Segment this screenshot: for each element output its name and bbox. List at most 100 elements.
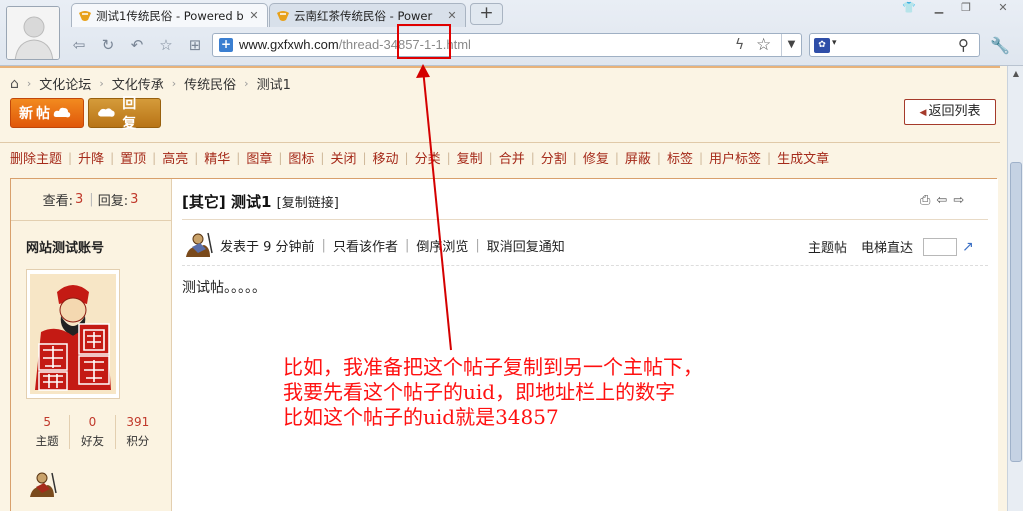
browser-profile-avatar[interactable]	[6, 6, 60, 60]
search-engine-paw-icon[interactable]: ✿	[814, 38, 830, 53]
admin-separator: |	[320, 150, 325, 165]
admin-separator: |	[110, 150, 115, 165]
admin-separator: |	[194, 150, 199, 165]
annotation-line: 比如这个帖子的uid就是34857	[283, 405, 559, 429]
admin-action[interactable]: 升降	[78, 148, 104, 167]
prev-thread-icon[interactable]: ⇦	[936, 193, 947, 208]
admin-action[interactable]: 精华	[204, 148, 230, 167]
post-category[interactable]: [其它]	[182, 193, 226, 211]
only-author-link[interactable]: 只看该作者	[333, 236, 398, 255]
breadcrumb-item[interactable]: 传统民俗	[184, 74, 236, 93]
apps-grid-icon[interactable]: ⊞	[186, 36, 204, 54]
site-favicon-icon	[277, 10, 289, 21]
admin-action[interactable]: 屏蔽	[625, 148, 651, 167]
undo-close-icon[interactable]: ↶	[128, 36, 146, 54]
admin-action[interactable]: 关闭	[330, 148, 356, 167]
minimize-icon[interactable]: ▁	[928, 1, 950, 17]
replies-count: 3	[130, 192, 139, 207]
post-meta-right: 主题帖 电梯直达 ↗	[808, 237, 974, 256]
breadcrumb-separator: ›	[171, 77, 177, 90]
cancel-notify-link[interactable]: 取消回复通知	[487, 236, 565, 255]
admin-action[interactable]: 分割	[541, 148, 567, 167]
wrench-icon[interactable]: 🔧	[990, 36, 1010, 55]
post-time: 发表于 9 分钟前	[220, 239, 315, 255]
admin-action[interactable]: 用户标签	[709, 148, 761, 167]
close-tab-icon[interactable]: ✕	[247, 9, 261, 22]
print-icon[interactable]: ⎙	[920, 193, 930, 208]
address-bar[interactable]: + www.gxfxwh.com/thread-34857-1-1.html ϟ…	[212, 33, 802, 57]
bookmark-star-icon[interactable]: ☆	[756, 35, 771, 55]
admin-separator: |	[530, 150, 535, 165]
admin-action[interactable]: 置顶	[120, 148, 146, 167]
reply-label: 回复	[122, 96, 140, 132]
post-body: 测试帖。。。。。	[182, 280, 266, 296]
admin-action[interactable]: 高亮	[162, 148, 188, 167]
post-container: 查看: 3 | 回复: 3 网站测试账号 5 主题 0 好友 391 积分 [其…	[10, 178, 998, 511]
meta-separator: |	[321, 237, 326, 253]
home-icon[interactable]: ⌂	[10, 76, 19, 92]
moderation-toolbar: 删除主题 | 升降 | 置顶 | 高亮 | 精华 | 图章 | 图标 | 关闭 | 移动 | 分类…	[0, 142, 1000, 172]
reply-cloud-icon	[98, 108, 115, 117]
url-dropdown-icon[interactable]: ▼	[781, 34, 801, 56]
author-stat-threads[interactable]: 5 主题	[25, 415, 71, 449]
admin-separator: |	[404, 150, 409, 165]
author-stats: 5 主题 0 好友 391 积分	[25, 415, 160, 449]
breadcrumb-item[interactable]: 测试1	[257, 74, 291, 93]
admin-action[interactable]: 图章	[246, 148, 272, 167]
replies-label: 回复:	[97, 194, 129, 209]
admin-action[interactable]: 合并	[499, 148, 525, 167]
elevator-go-icon[interactable]: ↗	[962, 239, 974, 255]
admin-action[interactable]: 移动	[373, 148, 399, 167]
admin-separator: |	[767, 150, 772, 165]
admin-action[interactable]: 删除主题	[10, 148, 62, 167]
tab-active[interactable]: 测试1传统民俗 - Powered b ✕	[71, 3, 268, 27]
restore-icon[interactable]: ❐	[955, 1, 977, 17]
admin-separator: |	[614, 150, 619, 165]
copy-link-button[interactable]: [复制链接]	[277, 196, 339, 211]
page-scrollbar[interactable]: ▲	[1007, 66, 1023, 511]
search-icon[interactable]: ⚲	[958, 36, 969, 54]
author-username[interactable]: 网站测试账号	[26, 237, 104, 256]
scroll-up-icon[interactable]: ▲	[1008, 66, 1023, 82]
lightning-icon[interactable]: ϟ	[735, 37, 744, 53]
favorite-star-icon[interactable]: ☆	[157, 36, 175, 54]
shirt-icon[interactable]: 👕	[898, 1, 920, 17]
admin-separator: |	[362, 150, 367, 165]
close-window-icon[interactable]: ✕	[992, 1, 1014, 17]
author-stat-points[interactable]: 391 积分	[116, 415, 160, 449]
admin-action[interactable]: 修复	[583, 148, 609, 167]
header-divider	[0, 66, 1000, 68]
tab-title: 云南红茶传统民俗 - Power	[294, 8, 433, 23]
new-post-button[interactable]: 新帖	[10, 98, 84, 128]
breadcrumb-item[interactable]: 文化传承	[112, 74, 164, 93]
search-engine-dropdown-icon[interactable]: ▾	[832, 38, 837, 48]
title-toolbar: ⎙ ⇦ ⇨	[920, 193, 964, 208]
breadcrumb-item[interactable]: 文化论坛	[39, 74, 91, 93]
admin-action[interactable]: 生成文章	[777, 148, 829, 167]
site-security-icon: +	[219, 37, 233, 52]
author-stat-friends[interactable]: 0 好友	[70, 415, 116, 449]
reply-button[interactable]: 回复	[88, 96, 161, 132]
admin-action[interactable]: 分类	[415, 148, 441, 167]
admin-action[interactable]: 标签	[667, 148, 693, 167]
elevator-input[interactable]	[923, 237, 958, 256]
admin-action[interactable]: 图标	[288, 148, 314, 167]
close-tab-icon[interactable]: ✕	[445, 9, 459, 22]
tab-title: 测试1传统民俗 - Powered b	[96, 8, 244, 23]
admin-action[interactable]: 复制	[457, 148, 483, 167]
back-icon[interactable]: ⇦	[70, 36, 88, 54]
post-title: [其它] 测试1 [复制链接]	[182, 191, 339, 212]
rank-knight-icon	[30, 472, 57, 497]
next-thread-icon[interactable]: ⇨	[953, 193, 964, 208]
new-post-label: 新帖	[19, 106, 53, 122]
reverse-order-link[interactable]: 倒序浏览	[416, 236, 468, 255]
elevator-label: 电梯直达	[861, 241, 914, 256]
admin-separator: |	[152, 150, 157, 165]
back-to-list-button[interactable]: ◀ 返回列表	[904, 99, 996, 125]
breadcrumb-separator: ›	[244, 77, 249, 90]
search-box[interactable]: ✿ ▾ ⚲	[809, 33, 980, 57]
author-avatar[interactable]	[26, 269, 120, 399]
new-tab-button[interactable]: +	[470, 3, 503, 25]
scroll-thumb[interactable]	[1010, 162, 1022, 462]
reload-icon[interactable]: ↻	[99, 36, 117, 54]
